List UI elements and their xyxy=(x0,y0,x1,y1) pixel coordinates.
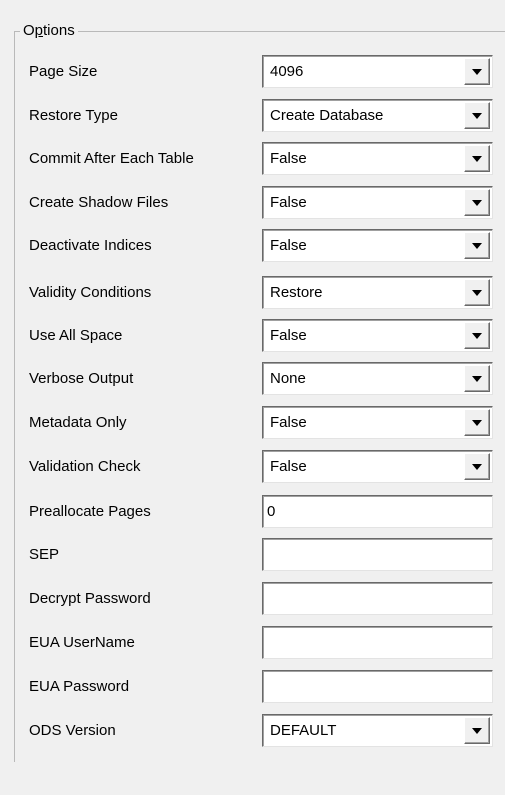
use-all-space-row: Use All Space False xyxy=(0,319,505,355)
metadata-only-row: Metadata Only False xyxy=(0,406,505,442)
chevron-down-icon xyxy=(472,290,482,296)
commit-after-each-table-label: Commit After Each Table xyxy=(29,150,194,167)
ods-version-label: ODS Version xyxy=(29,722,116,739)
eua-password-input[interactable] xyxy=(267,676,485,696)
chevron-down-icon xyxy=(472,464,482,470)
restore-type-row: Restore Type Create Database xyxy=(0,99,505,135)
decrypt-password-field[interactable] xyxy=(262,582,493,615)
chevron-down-icon xyxy=(472,376,482,382)
page-size-label: Page Size xyxy=(29,63,98,80)
preallocate-pages-field[interactable] xyxy=(262,495,493,528)
deactivate-indices-dropdown[interactable]: False xyxy=(262,229,493,262)
verbose-output-dropdown[interactable]: None xyxy=(262,362,493,395)
sep-label: SEP xyxy=(29,546,60,563)
deactivate-indices-dropdown-button[interactable] xyxy=(464,232,490,259)
restore-type-dropdown[interactable]: Create Database xyxy=(262,99,493,132)
chevron-down-icon xyxy=(472,69,482,75)
chevron-down-icon xyxy=(472,728,482,734)
commit-after-each-table-row: Commit After Each Table False xyxy=(0,142,505,178)
chevron-down-icon xyxy=(472,333,482,339)
eua-username-row: EUA UserName xyxy=(0,626,505,662)
metadata-only-dropdown-button[interactable] xyxy=(464,409,490,436)
restore-type-label: Restore Type xyxy=(29,107,118,124)
ods-version-value: DEFAULT xyxy=(270,722,337,739)
page-size-value: 4096 xyxy=(270,63,304,80)
use-all-space-label: Use All Space xyxy=(29,327,123,344)
validity-conditions-value: Restore xyxy=(270,284,323,301)
validation-check-label: Validation Check xyxy=(29,458,141,475)
use-all-space-dropdown[interactable]: False xyxy=(262,319,493,352)
page-size-row: Page Size 4096 xyxy=(0,55,505,91)
commit-after-each-table-dropdown[interactable]: False xyxy=(262,142,493,175)
metadata-only-value: False xyxy=(270,414,307,431)
verbose-output-label: Verbose Output xyxy=(29,370,134,387)
preallocate-pages-label: Preallocate Pages xyxy=(29,503,151,520)
sep-field[interactable] xyxy=(262,538,493,571)
create-shadow-files-label: Create Shadow Files xyxy=(29,194,169,211)
chevron-down-icon xyxy=(472,156,482,162)
deactivate-indices-row: Deactivate Indices False xyxy=(0,229,505,265)
verbose-output-dropdown-button[interactable] xyxy=(464,365,490,392)
validity-conditions-dropdown[interactable]: Restore xyxy=(262,276,493,309)
validation-check-value: False xyxy=(270,458,307,475)
sep-input[interactable] xyxy=(267,544,485,564)
verbose-output-value: None xyxy=(270,370,306,387)
use-all-space-value: False xyxy=(270,327,307,344)
create-shadow-files-dropdown[interactable]: False xyxy=(262,186,493,219)
chevron-down-icon xyxy=(472,113,482,119)
metadata-only-label: Metadata Only xyxy=(29,414,127,431)
decrypt-password-row: Decrypt Password xyxy=(0,582,505,618)
commit-after-each-table-value: False xyxy=(270,150,307,167)
validity-conditions-dropdown-button[interactable] xyxy=(464,279,490,306)
eua-password-label: EUA Password xyxy=(29,678,130,695)
validity-conditions-row: Validity Conditions Restore xyxy=(0,276,505,312)
deactivate-indices-value: False xyxy=(270,237,307,254)
eua-username-input[interactable] xyxy=(267,632,485,652)
create-shadow-files-row: Create Shadow Files False xyxy=(0,186,505,222)
preallocate-pages-input[interactable] xyxy=(267,501,485,521)
options-group-title: Options xyxy=(20,21,78,41)
eua-username-field[interactable] xyxy=(262,626,493,659)
validation-check-dropdown-button[interactable] xyxy=(464,453,490,480)
validity-conditions-label: Validity Conditions xyxy=(29,284,152,301)
restore-type-dropdown-button[interactable] xyxy=(464,102,490,129)
metadata-only-dropdown[interactable]: False xyxy=(262,406,493,439)
verbose-output-row: Verbose Output None xyxy=(0,362,505,398)
ods-version-dropdown-button[interactable] xyxy=(464,717,490,744)
ods-version-row: ODS Version DEFAULT xyxy=(0,714,505,750)
create-shadow-files-dropdown-button[interactable] xyxy=(464,189,490,216)
commit-after-each-table-dropdown-button[interactable] xyxy=(464,145,490,172)
create-shadow-files-value: False xyxy=(270,194,307,211)
use-all-space-dropdown-button[interactable] xyxy=(464,322,490,349)
validation-check-dropdown[interactable]: False xyxy=(262,450,493,483)
deactivate-indices-label: Deactivate Indices xyxy=(29,237,152,254)
restore-type-value: Create Database xyxy=(270,107,384,124)
eua-username-label: EUA UserName xyxy=(29,634,135,651)
eua-password-field[interactable] xyxy=(262,670,493,703)
chevron-down-icon xyxy=(472,420,482,426)
eua-password-row: EUA Password xyxy=(0,670,505,706)
preallocate-pages-row: Preallocate Pages xyxy=(0,495,505,531)
page-size-dropdown-button[interactable] xyxy=(464,58,490,85)
ods-version-dropdown[interactable]: DEFAULT xyxy=(262,714,493,747)
validation-check-row: Validation Check False xyxy=(0,450,505,486)
chevron-down-icon xyxy=(472,243,482,249)
decrypt-password-label: Decrypt Password xyxy=(29,590,151,607)
sep-row: SEP xyxy=(0,538,505,574)
chevron-down-icon xyxy=(472,200,482,206)
page-size-dropdown[interactable]: 4096 xyxy=(262,55,493,88)
decrypt-password-input[interactable] xyxy=(267,588,485,608)
